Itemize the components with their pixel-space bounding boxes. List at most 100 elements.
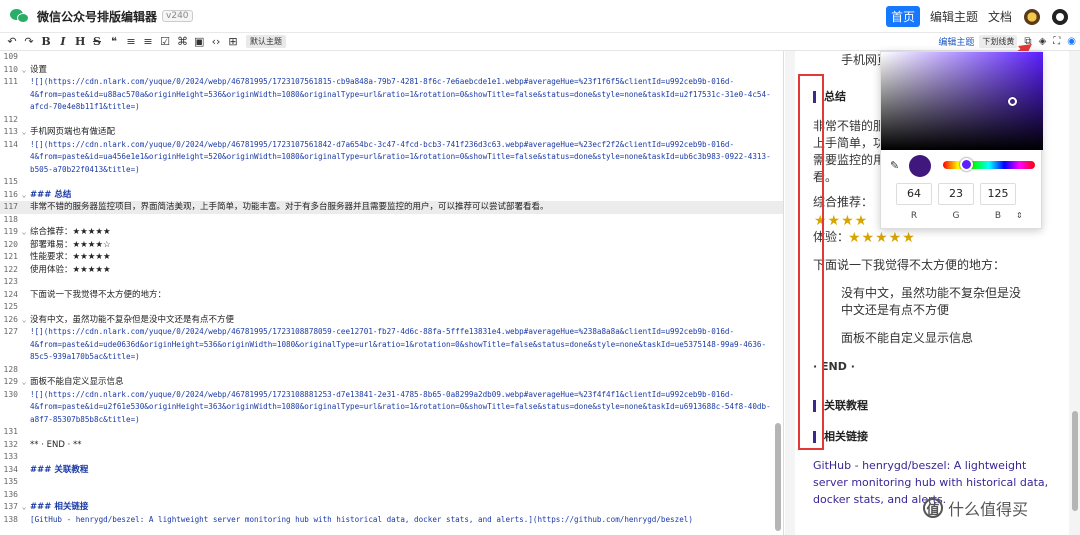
line-number: 114 <box>3 139 18 149</box>
editor-line[interactable]: 129 ⌄ 面板不能自定义显示信息 <box>0 376 783 389</box>
color-picker[interactable]: ✎ 64 23 125 R G B ⇕ <box>880 51 1043 229</box>
strikethrough-button[interactable]: S <box>92 35 102 49</box>
theme-toggle-icon[interactable] <box>1024 8 1040 25</box>
ordered-list-icon[interactable]: ≡ <box>126 35 136 49</box>
saturation-area[interactable] <box>881 52 1043 150</box>
editor-line[interactable]: 120 部署难易：★★★★☆ <box>0 239 783 252</box>
fold-icon[interactable]: ⌄ <box>18 64 30 77</box>
editor-scrollbar[interactable] <box>775 423 781 531</box>
fold-icon[interactable]: ⌄ <box>18 501 30 514</box>
editor-line[interactable]: 123 <box>0 276 783 289</box>
editor-line[interactable]: 125 <box>0 301 783 314</box>
line-number: 124 <box>3 289 18 299</box>
preview-eye-icon[interactable]: ◉ <box>1067 36 1076 47</box>
editor-line[interactable]: 109 <box>0 51 783 64</box>
nav-home[interactable]: 首页 <box>885 6 920 27</box>
fold-icon[interactable]: ⌄ <box>18 226 30 239</box>
format-toggle-icon[interactable]: ⇕ <box>1016 211 1023 220</box>
hue-slider[interactable] <box>943 161 1035 169</box>
editor-line[interactable]: 130 ![](https://cdn.nlark.com/yuque/0/202… <box>0 389 783 402</box>
github-icon[interactable] <box>1052 8 1068 25</box>
saturation-cursor[interactable] <box>1008 97 1017 106</box>
editor-line[interactable]: 121 性能要求：★★★★★ <box>0 251 783 264</box>
fold-icon[interactable]: ⌄ <box>18 189 30 202</box>
edit-theme-link[interactable]: 编辑主题 <box>938 35 974 48</box>
fold-icon[interactable]: ⌄ <box>18 126 30 139</box>
editor-line[interactable]: 112 <box>0 114 783 127</box>
color-swatch <box>909 155 931 177</box>
editor-line[interactable]: 113 ⌄ 手机网页端也有做适配 <box>0 126 783 139</box>
editor-line[interactable]: 111 ![](https://cdn.nlark.com/yuque/0/202… <box>0 76 783 89</box>
preview-scrollbar[interactable] <box>1072 411 1078 511</box>
fullscreen-icon[interactable]: ⛶ <box>1053 36 1060 47</box>
editor-line[interactable]: 126 ⌄ 没有中文，虽然功能不复杂但是没中文还是有点不方便 <box>0 314 783 327</box>
green-input[interactable]: 23 <box>938 183 974 205</box>
blue-input[interactable]: 125 <box>980 183 1016 205</box>
editor-line[interactable]: 116 ⌄ ### 总结 <box>0 189 783 202</box>
redo-icon[interactable]: ↷ <box>24 35 34 49</box>
unordered-list-icon[interactable]: ≡ <box>143 35 153 49</box>
fold-icon[interactable]: ⌄ <box>18 376 30 389</box>
nav-docs[interactable]: 文档 <box>988 8 1012 25</box>
line-content: ![](https://cdn.nlark.com/yuque/0/2024/w… <box>30 327 735 336</box>
bold-button[interactable]: B <box>41 35 51 49</box>
fold-icon <box>18 251 30 264</box>
theme-select[interactable]: 默认主题 <box>246 35 286 48</box>
red-input[interactable]: 64 <box>896 183 932 205</box>
editor-line[interactable]: 4&from=paste&id=u88ac570a&originHeight=5… <box>0 89 783 102</box>
line-content: ![](https://cdn.nlark.com/yuque/0/2024/w… <box>30 389 735 399</box>
editor-line[interactable]: 110 ⌄ 设置 <box>0 64 783 77</box>
line-content: ** · END · ** <box>30 439 82 450</box>
link-icon[interactable]: ⌘ <box>177 35 188 49</box>
image-icon[interactable]: ▣ <box>194 35 204 49</box>
line-number: 110 <box>3 64 18 74</box>
editor-line[interactable]: 4&from=paste&id=u2f61e530&originHeight=3… <box>0 401 783 414</box>
editor-line[interactable]: 132 ** · END · ** <box>0 439 783 452</box>
editor-toolbar: ↶ ↷ B I H S ❝ ≡ ≡ ☑ ⌘ ▣ ‹› ⊞ 默认主题 编辑主题 下… <box>0 33 1080 51</box>
line-number: 111 <box>3 77 18 86</box>
editor-line[interactable]: 122 使用体验：★★★★★ <box>0 264 783 277</box>
editor-line[interactable]: 136 <box>0 489 783 502</box>
markdown-editor[interactable]: 109 110 ⌄ 设置 111 ![](https://cdn.nlark.com/yu… <box>0 51 784 535</box>
editor-line[interactable]: 118 <box>0 214 783 227</box>
fold-icon[interactable]: ⌄ <box>18 314 30 327</box>
editor-line[interactable]: 85c5-939a170b5ac&title=) <box>0 351 783 364</box>
editor-line[interactable]: afcd-70e4e8b11f1&title=) <box>0 101 783 114</box>
editor-line[interactable]: 131 <box>0 426 783 439</box>
editor-line[interactable]: 134 ### 关联教程 <box>0 464 783 477</box>
green-label: G <box>952 211 960 221</box>
nav-edit-theme[interactable]: 编辑主题 <box>930 8 978 25</box>
line-content: 面板不能自定义显示信息 <box>30 377 124 387</box>
hue-slider-knob[interactable] <box>960 158 973 171</box>
editor-line[interactable]: 133 <box>0 451 783 464</box>
quote-icon[interactable]: ❝ <box>109 35 119 49</box>
editor-line[interactable]: a8f7-85307b85b8c&title=) <box>0 414 783 427</box>
line-number: 137 <box>3 502 18 511</box>
editor-line[interactable]: 117 非常不错的服务器监控项目，界面简洁美观，上手简单，功能丰富。对于有多台服务… <box>0 201 783 214</box>
code-icon[interactable]: ‹› <box>211 35 221 49</box>
fold-icon <box>18 476 30 489</box>
fold-icon <box>18 464 30 477</box>
undo-icon[interactable]: ↶ <box>7 35 17 49</box>
checklist-icon[interactable]: ☑ <box>160 35 170 49</box>
editor-line[interactable]: b505-a70b22f0413&title=) <box>0 164 783 177</box>
editor-line[interactable]: 114 ![](https://cdn.nlark.com/yuque/0/202… <box>0 139 783 152</box>
editor-line[interactable]: 4&from=paste&id=ua456e1e1&originHeight=5… <box>0 151 783 164</box>
editor-line[interactable]: 127 ![](https://cdn.nlark.com/yuque/0/202… <box>0 326 783 339</box>
color-bucket-icon[interactable]: ◈ <box>1039 36 1047 47</box>
eyedropper-icon[interactable]: ✎ <box>890 159 899 172</box>
editor-line[interactable]: 115 <box>0 176 783 189</box>
editor-line[interactable]: 137 ⌄ ### 相关链接 <box>0 501 783 514</box>
editor-line[interactable]: 4&from=paste&id=ude0636d&originHeight=53… <box>0 339 783 352</box>
editor-line[interactable]: 124 下面说一下我觉得不太方便的地方： <box>0 289 783 302</box>
editor-line[interactable]: 128 <box>0 364 783 377</box>
table-icon[interactable]: ⊞ <box>228 35 238 49</box>
italic-button[interactable]: I <box>58 35 68 49</box>
heading-button[interactable]: H <box>75 35 85 49</box>
line-number: 125 <box>3 302 18 311</box>
line-number: 129 <box>3 377 18 386</box>
line-number: 113 <box>3 127 18 136</box>
editor-line[interactable]: 138 [GitHub - henrygd/beszel: A lightweig… <box>0 514 783 527</box>
editor-line[interactable]: 135 <box>0 476 783 489</box>
editor-line[interactable]: 119 ⌄ 综合推荐：★★★★★ <box>0 226 783 239</box>
